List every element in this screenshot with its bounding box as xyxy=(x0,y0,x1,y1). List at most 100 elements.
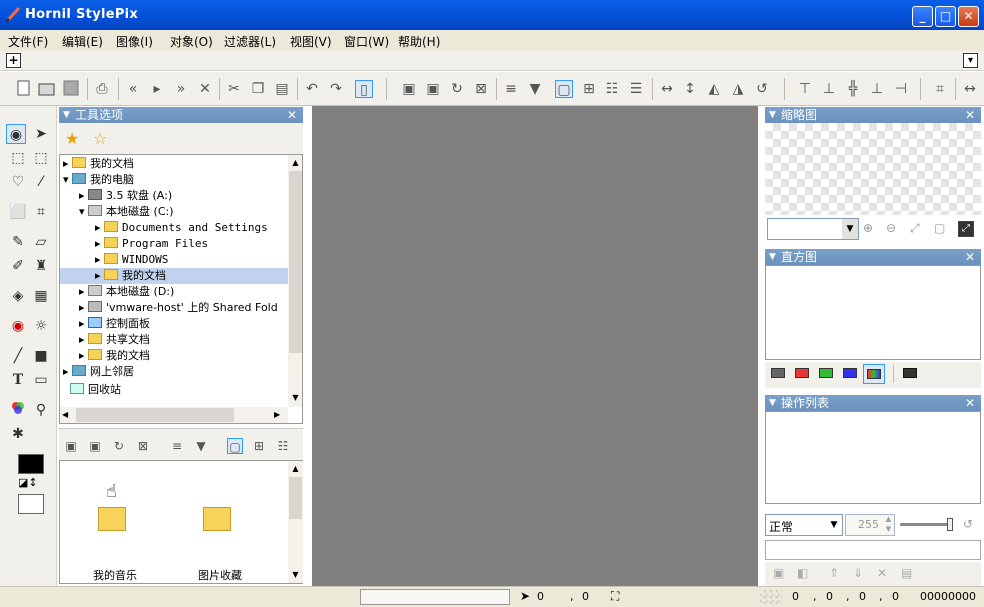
close-button[interactable]: ✕ xyxy=(958,6,979,27)
align-bottom-icon[interactable]: ⊥ xyxy=(868,80,886,98)
tool-options-close-icon[interactable]: ✕ xyxy=(287,107,297,123)
duplicate-layer-icon[interactable]: ◧ xyxy=(797,566,808,580)
scroll-down-icon[interactable]: ▼ xyxy=(288,567,303,582)
scroll-down-icon[interactable]: ▼ xyxy=(288,390,302,405)
menu-object[interactable]: 对象(O) xyxy=(170,33,213,50)
tree-item[interactable]: ▸ 'vmware-host' 上的 Shared Fold xyxy=(79,300,278,316)
channel-luminance-icon[interactable] xyxy=(771,368,785,378)
layer-name-field[interactable] xyxy=(765,540,981,560)
collapse-arrow-icon[interactable]: ▼ xyxy=(769,107,776,123)
menu-edit[interactable]: 编辑(E) xyxy=(62,33,103,50)
tree-item-selected[interactable]: ▸ 我的文档 xyxy=(60,268,288,284)
tree-item[interactable]: ▸ WINDOWS xyxy=(95,252,168,268)
channel-all-icon[interactable] xyxy=(903,368,917,378)
delete-layer-icon[interactable]: ✕ xyxy=(877,566,887,580)
zoom-select[interactable]: ▼ xyxy=(767,218,859,240)
menu-image[interactable]: 图像(I) xyxy=(116,33,153,50)
folder-up-icon[interactable]: ▣ xyxy=(400,80,418,98)
new-file-icon[interactable] xyxy=(15,80,33,98)
view-list-icon[interactable]: ☰ xyxy=(627,80,645,98)
pencil-tool-icon[interactable]: ✐ xyxy=(8,256,28,276)
tree-item[interactable]: ▸ 我的文档 xyxy=(79,348,150,364)
paste-icon[interactable]: ▤ xyxy=(273,80,291,98)
canvas-area[interactable] xyxy=(312,106,758,586)
delete-file-icon[interactable]: ⊠ xyxy=(472,80,490,98)
tree-item[interactable]: ▸ 我的文档 xyxy=(63,156,134,172)
menu-view[interactable]: 视图(V) xyxy=(290,33,332,50)
new-layer-icon[interactable]: ▣ xyxy=(773,566,784,580)
red-eye-tool-icon[interactable]: ◉ xyxy=(8,316,28,336)
operations-close-icon[interactable]: ✕ xyxy=(965,395,975,411)
tree-scroll-thumb[interactable] xyxy=(289,171,302,353)
opacity-down-icon[interactable]: ▼ xyxy=(883,525,894,535)
favorite-star-icon[interactable]: ★ xyxy=(65,129,79,148)
save-icon[interactable] xyxy=(62,80,80,98)
list-new-folder-icon[interactable]: ▣ xyxy=(87,438,103,454)
zoom-dropdown-icon[interactable]: ▼ xyxy=(842,219,858,239)
menu-filter[interactable]: 过滤器(L) xyxy=(224,33,276,50)
file-item[interactable]: 图片收藏 xyxy=(175,469,265,582)
scroll-left-icon[interactable]: ◀ xyxy=(62,407,68,423)
view-grid-icon[interactable]: ⊞ xyxy=(580,80,598,98)
undo-icon[interactable]: ↶ xyxy=(303,80,321,98)
collapse-arrow-icon[interactable]: ▼ xyxy=(63,107,70,123)
toggle-panels-icon[interactable]: ▯ xyxy=(355,80,373,98)
tree-horizontal-scrollbar[interactable]: ◀ ▶ xyxy=(60,407,288,423)
thumbnail-close-icon[interactable]: ✕ xyxy=(965,107,975,123)
line-tool-icon[interactable]: ╱ xyxy=(8,346,28,366)
tree-item[interactable]: ▸ 3.5 软盘 (A:) xyxy=(79,188,172,204)
list-view-thumbnails-icon[interactable]: ▢ xyxy=(227,438,243,454)
brush-tool-icon[interactable]: ✎ xyxy=(8,232,28,252)
crop-icon[interactable]: ⌗ xyxy=(931,80,949,98)
flip-vertical-icon[interactable]: ↕ xyxy=(681,80,699,98)
rotate-right-icon[interactable]: ◮ xyxy=(729,80,747,98)
layer-down-icon[interactable]: ⇓ xyxy=(853,566,863,580)
actual-size-icon[interactable]: ▢ xyxy=(934,221,950,237)
menu-file[interactable]: 文件(F) xyxy=(8,33,48,50)
tree-item[interactable]: ▾ 我的电脑 xyxy=(63,172,134,188)
copy-icon[interactable]: ❐ xyxy=(249,80,267,98)
print-icon[interactable]: ⎙ xyxy=(93,80,111,98)
blend-mode-select[interactable]: 正常 ▼ xyxy=(765,514,843,536)
lasso-tool-icon[interactable]: ♡ xyxy=(8,172,28,192)
reset-opacity-icon[interactable]: ↺ xyxy=(963,517,973,531)
channel-red-icon[interactable] xyxy=(795,368,809,378)
tree-item[interactable]: ▸ 控制面板 xyxy=(79,316,150,332)
view-details-icon[interactable]: ☷ xyxy=(603,80,621,98)
file-list-scroll-thumb[interactable] xyxy=(289,477,302,519)
list-refresh-icon[interactable]: ↻ xyxy=(111,438,127,454)
align-right-icon[interactable]: ⊣ xyxy=(892,80,910,98)
channel-green-icon[interactable] xyxy=(819,368,833,378)
add-favorite-star-icon[interactable]: ☆ xyxy=(93,129,107,148)
file-item[interactable]: ☝ 我的音乐 xyxy=(70,469,160,582)
shape-tool-icon[interactable]: ■ xyxy=(31,346,51,366)
scroll-up-icon[interactable]: ▲ xyxy=(288,155,302,170)
zoom-out-icon[interactable]: ⊖ xyxy=(886,221,902,237)
list-view-grid-icon[interactable]: ⊞ xyxy=(251,438,267,454)
next-icon[interactable]: ▸ xyxy=(148,80,166,98)
tree-item[interactable]: ▾ 本地磁盘 (C:) xyxy=(79,204,174,220)
refresh-icon[interactable]: ↻ xyxy=(448,80,466,98)
last-page-icon[interactable]: » xyxy=(172,80,190,98)
align-center-icon[interactable]: ╬ xyxy=(844,80,862,98)
list-sort-icon[interactable]: ≡ xyxy=(169,438,185,454)
gradient-tool-icon[interactable]: ▦ xyxy=(31,286,51,306)
maximize-button[interactable]: □ xyxy=(935,6,956,27)
text-tool-icon[interactable]: T xyxy=(8,370,28,390)
magic-wand-icon[interactable]: ⁄ xyxy=(31,172,51,192)
tree-vertical-scrollbar[interactable]: ▲ ▼ xyxy=(288,155,302,407)
align-top-icon[interactable]: ⊤ xyxy=(796,80,814,98)
view-thumbnails-icon[interactable]: ▢ xyxy=(555,80,573,98)
redo-icon[interactable]: ↷ xyxy=(327,80,345,98)
filter-dropdown-icon[interactable]: ▼ xyxy=(526,80,544,98)
collapse-arrow-icon[interactable]: ▼ xyxy=(769,395,776,411)
channel-blue-icon[interactable] xyxy=(843,368,857,378)
zoom-in-icon[interactable]: ⊕ xyxy=(863,221,879,237)
opacity-slider-track[interactable] xyxy=(900,523,952,526)
brightness-tool-icon[interactable]: ☼ xyxy=(31,316,51,336)
align-middle-icon[interactable]: ⊥ xyxy=(820,80,838,98)
cut-icon[interactable]: ✂ xyxy=(225,80,243,98)
fit-window-icon[interactable]: ⤢ xyxy=(910,221,926,237)
opacity-up-icon[interactable]: ▲ xyxy=(883,515,894,525)
flip-horizontal-icon[interactable]: ↔ xyxy=(658,80,676,98)
